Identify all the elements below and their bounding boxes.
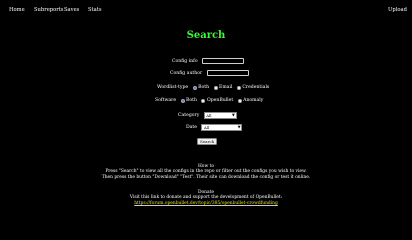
software-label: Software xyxy=(155,98,177,103)
search-button[interactable]: Search xyxy=(197,138,218,145)
software-anomaly-label: Anomaly xyxy=(243,98,264,103)
config-author-input[interactable] xyxy=(206,70,249,76)
config-author-label: Config author xyxy=(170,70,203,76)
software-both-label: Both xyxy=(186,98,197,103)
date-row: Date All ▼ xyxy=(186,124,243,131)
nav-home-link[interactable]: Home xyxy=(9,7,25,13)
wordlist-both-radio[interactable] xyxy=(192,85,197,90)
nav-stats-link[interactable]: Stats xyxy=(88,7,101,13)
nav-saves-link[interactable]: Saves xyxy=(64,7,79,13)
category-select-value: All xyxy=(206,113,212,118)
config-info-label: Config info xyxy=(172,58,198,64)
config-author-row: Config author xyxy=(170,70,249,77)
wordlist-email-radio[interactable] xyxy=(213,85,218,90)
category-row: Category All ▼ xyxy=(178,112,237,119)
date-select-value: All xyxy=(203,125,210,130)
chevron-down-icon: ▼ xyxy=(237,125,241,129)
config-info-row: Config info xyxy=(172,58,245,65)
software-anomaly-radio[interactable] xyxy=(237,98,242,103)
donate-link[interactable]: https://forum.openbullet.dev/topic/385/o… xyxy=(134,201,278,206)
software-both-radio[interactable] xyxy=(180,98,185,103)
wordlist-email-label: Email xyxy=(219,85,233,90)
chevron-down-icon: ▼ xyxy=(232,113,235,117)
wordlist-credentials-label: Credentials xyxy=(242,85,270,90)
category-label: Category xyxy=(178,113,200,118)
date-label: Date xyxy=(186,125,197,130)
software-openbullet-radio[interactable] xyxy=(201,98,206,103)
page-title: Search xyxy=(186,30,226,41)
howto-line-2: Then press the button "Download" "Test".… xyxy=(101,174,311,180)
wordlist-type-label: Wordlist-type xyxy=(157,85,189,90)
wordlist-both-label: Both xyxy=(198,85,210,90)
software-openbullet-label: OpenBullet xyxy=(206,98,234,103)
nav-subreports-link[interactable]: Subreports xyxy=(34,7,63,13)
category-select[interactable]: All ▼ xyxy=(203,112,237,119)
top-nav: Home Subreports Saves Stats Upload xyxy=(0,7,412,19)
config-info-input[interactable] xyxy=(202,58,245,64)
donate-section: Donate Visit this link to donate and sup… xyxy=(0,190,412,206)
howto-section: How to Press "Search" to view all the co… xyxy=(0,164,412,180)
date-select[interactable]: All ▼ xyxy=(201,124,243,131)
software-row: Software Both OpenBullet Anomaly xyxy=(155,98,263,104)
wordlist-credentials-radio[interactable] xyxy=(236,85,241,90)
wordlist-type-row: Wordlist-type Both Email Credentials xyxy=(157,85,269,91)
nav-upload-link[interactable]: Upload xyxy=(388,7,407,13)
